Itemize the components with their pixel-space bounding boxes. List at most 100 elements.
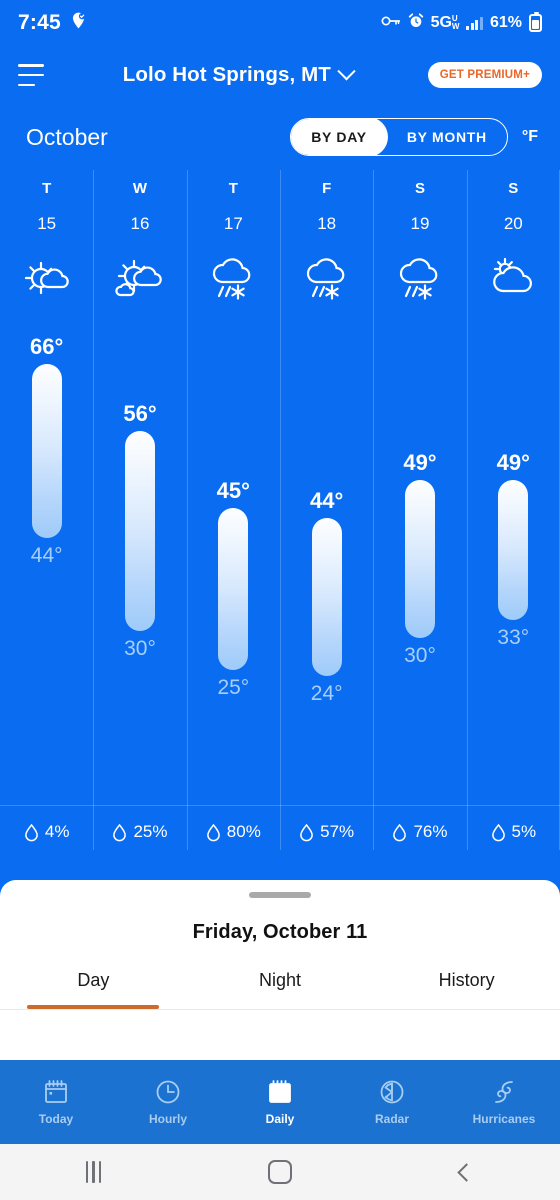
low-temp: 25° [217,676,250,699]
temperature-bar-zone: 56° 30° [93,170,186,770]
location-label: Lolo Hot Springs, MT [122,63,331,86]
temperature-range-bar [311,518,342,676]
radar-icon [379,1079,405,1105]
status-bar-left: 7:45 [18,11,88,35]
water-drop-icon [392,823,407,842]
water-drop-icon [112,823,127,842]
precip-value: 57% [320,822,355,841]
precipitation-row: 80% [187,822,280,842]
alarm-clock-icon [408,12,424,34]
temperature-bar-zone: 44° 24° [280,170,373,770]
temperature-range-bar [498,480,529,620]
nav-label: Hurricanes [472,1111,536,1126]
battery-icon [529,12,542,32]
toggle-by-day[interactable]: BY DAY [291,119,389,155]
network-sub-bottom: W [451,22,460,31]
forecast-day-column[interactable]: T 17 45° 25° 80% [186,170,280,850]
high-temp: 44° [310,488,344,513]
low-temp: 30° [404,644,436,667]
nav-item-hurricanes[interactable]: Hurricanes [448,1079,560,1126]
temperature-range-bar [124,431,155,631]
unit-toggle[interactable]: °F [522,128,538,146]
precip-divider [466,805,560,806]
network-type: 5G U W [430,14,460,31]
nav-item-today[interactable]: Today [0,1079,112,1126]
high-temp: 49° [403,450,437,475]
recents-icon[interactable] [0,1161,187,1183]
chevron-down-icon [337,61,356,80]
forecast-day-column[interactable]: F 18 44° 24° 57% [279,170,374,850]
water-drop-icon [24,823,39,842]
tabs-divider [0,1009,560,1010]
calendar-today-icon [43,1079,69,1105]
detail-bottom-sheet: Friday, October 11 Day Night History [0,880,560,1060]
precip-value: 5% [511,822,537,841]
precipitation-row: 25% [93,822,186,842]
tab-night[interactable]: Night [187,970,374,1009]
chart-controls: October BY DAY BY MONTH °F [0,104,560,170]
precip-divider [93,805,187,806]
tab-day[interactable]: Day [0,970,187,1009]
status-bar: 7:45 5G U W 61% [0,0,560,46]
precipitation-row: 57% [280,822,373,842]
weather-app: 7:45 5G U W 61% Lolo Hot Springs, MT GET… [0,0,560,1200]
high-temp: 45° [216,478,250,503]
forecast-day-column[interactable]: S 20 49° 33° 5% [466,170,560,850]
temperature-range-bar [404,480,435,638]
precip-value: 76% [413,822,448,841]
high-temp: 66° [30,334,64,359]
water-drop-icon [206,823,221,842]
nav-label: Daily [265,1111,295,1126]
low-temp: 44° [30,544,63,567]
low-temp: 33° [497,626,530,649]
get-premium-button[interactable]: GET PREMIUM+ [427,62,542,88]
hamburger-menu-icon[interactable] [18,64,48,86]
sheet-tabs: Day Night History [0,970,560,1009]
nav-item-radar[interactable]: Radar [336,1079,448,1126]
temperature-range-bar [31,364,62,538]
location-selector[interactable]: Lolo Hot Springs, MT [58,61,418,87]
toggle-by-month[interactable]: BY MONTH [387,119,507,155]
temperature-bar-zone: 49° 30° [373,170,466,770]
hurricane-icon [491,1079,517,1105]
precipitation-row: 5% [467,822,560,842]
home-icon[interactable] [187,1160,374,1184]
calendar-daily-icon [267,1079,293,1105]
forecast-day-column[interactable]: S 19 49° 30° 76% [373,170,467,850]
sheet-title: Friday, October 11 [192,921,368,943]
app-bar: Lolo Hot Springs, MT GET PREMIUM+ [0,46,560,104]
precip-divider [0,805,94,806]
status-bar-right: 5G U W 61% [381,12,542,34]
nav-label: Radar [374,1111,409,1126]
low-temp: 24° [310,682,343,705]
nav-item-hourly[interactable]: Hourly [112,1079,224,1126]
temperature-bar-zone: 45° 25° [187,170,280,770]
forecast-day-column[interactable]: W 16 56° 30° 25% [93,170,187,850]
battery-percent: 61% [489,14,522,31]
temperature-bar-zone: 49° 33° [467,170,560,770]
tab-history[interactable]: History [373,970,560,1009]
precip-divider [373,805,467,806]
drag-handle[interactable] [249,892,311,898]
precip-value: 4% [44,822,70,841]
high-temp: 56° [123,401,157,426]
precip-value: 25% [133,822,168,841]
precipitation-row: 76% [373,822,466,842]
month-label: October [26,123,108,150]
precip-divider [186,805,280,806]
day-month-toggle[interactable]: BY DAY BY MONTH [290,118,508,156]
nav-item-daily[interactable]: Daily [224,1079,336,1126]
nav-label: Hourly [148,1111,187,1126]
system-navigation-bar [0,1144,560,1200]
precip-divider [279,805,374,806]
signal-strength-icon [466,16,483,30]
daily-forecast-chart: T 15 66° 44° 4% W 16 56° 30° 25% T 17 45° 25° 80% F 1… [0,170,560,850]
location-pin-icon [69,11,88,35]
precip-value: 80% [226,822,261,841]
clock-icon [155,1079,181,1105]
temperature-bar-zone: 66° 44° [0,170,93,770]
back-icon[interactable] [373,1162,560,1182]
forecast-day-column[interactable]: T 15 66° 44° 4% [0,170,94,850]
water-drop-icon [491,823,506,842]
precipitation-row: 4% [0,822,93,842]
